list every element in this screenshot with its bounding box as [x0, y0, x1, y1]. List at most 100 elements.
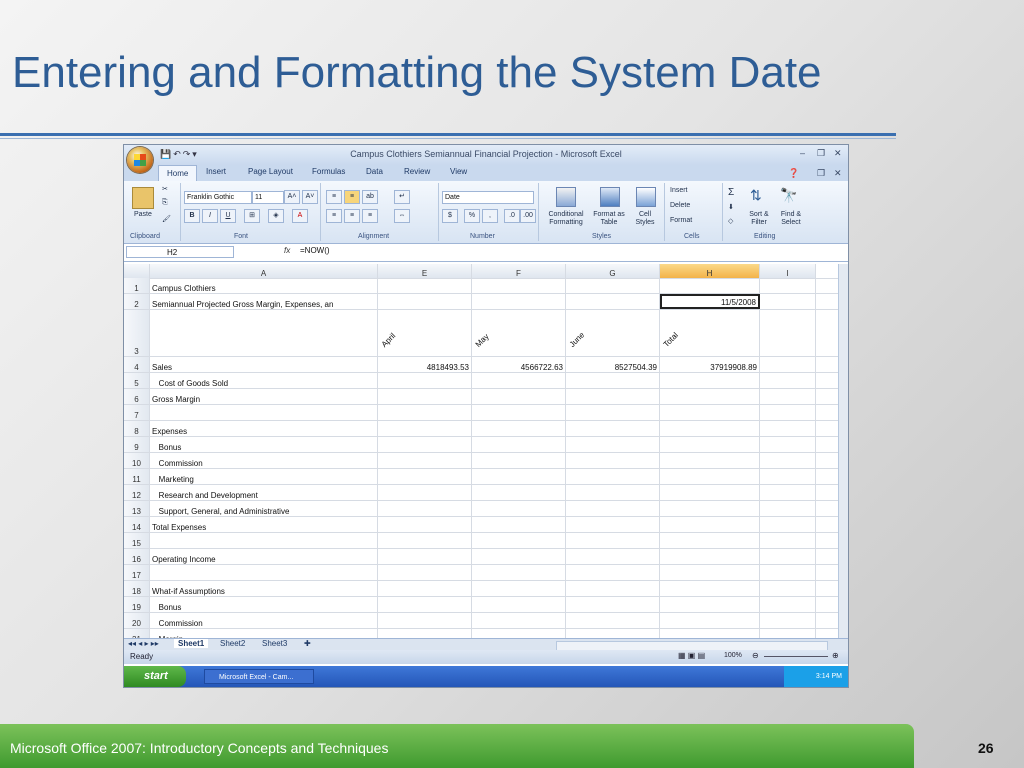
underline-icon[interactable]: U — [220, 209, 236, 223]
wrap-text-icon[interactable]: ↵ — [394, 190, 410, 204]
row-header[interactable]: 17 — [124, 565, 150, 580]
cell-i5[interactable] — [760, 373, 816, 388]
merge-center-icon[interactable]: ⇔ — [394, 209, 410, 223]
row-header[interactable]: 18 — [124, 581, 150, 596]
cell-h13[interactable] — [660, 501, 760, 516]
view-buttons[interactable]: ▦ ▣ ▤ — [678, 651, 705, 660]
cell-h21[interactable] — [660, 629, 760, 638]
format-as-table-icon[interactable] — [600, 187, 620, 207]
cell-f8[interactable] — [472, 421, 566, 436]
copy-icon[interactable]: ⎘ — [162, 199, 168, 207]
cell-i2[interactable] — [760, 294, 816, 309]
cell-a20[interactable]: Commission — [150, 613, 378, 628]
cell-i13[interactable] — [760, 501, 816, 516]
cell-f13[interactable] — [472, 501, 566, 516]
row-header[interactable]: 14 — [124, 517, 150, 532]
cell-h14[interactable] — [660, 517, 760, 532]
cell-f14[interactable] — [472, 517, 566, 532]
row-header[interactable]: 16 — [124, 549, 150, 564]
tab-page-layout[interactable]: Page Layout — [248, 167, 293, 176]
row-header[interactable]: 13 — [124, 501, 150, 516]
cell-a17[interactable] — [150, 565, 378, 580]
row-header[interactable]: 11 — [124, 469, 150, 484]
cell-f9[interactable] — [472, 437, 566, 452]
name-box[interactable]: H2 — [126, 246, 234, 258]
help-icon[interactable]: ❓ — [788, 168, 799, 179]
formula-input[interactable]: =NOW() — [300, 246, 330, 255]
cut-icon[interactable]: ✂ — [162, 185, 168, 193]
cell-f6[interactable] — [472, 389, 566, 404]
cell-g5[interactable] — [566, 373, 660, 388]
font-size-select[interactable]: 11 — [252, 191, 284, 204]
cell-g17[interactable] — [566, 565, 660, 580]
cell-h6[interactable] — [660, 389, 760, 404]
cell-e12[interactable] — [378, 485, 472, 500]
cell-f21[interactable] — [472, 629, 566, 638]
select-all-corner[interactable] — [124, 264, 150, 278]
cell-f16[interactable] — [472, 549, 566, 564]
workbook-close-icon[interactable]: ✕ — [834, 168, 842, 179]
cell-e10[interactable] — [378, 453, 472, 468]
column-header-g[interactable]: G — [566, 264, 660, 278]
sheet-tab-2[interactable]: Sheet2 — [220, 639, 245, 648]
cell-i8[interactable] — [760, 421, 816, 436]
cell-g8[interactable] — [566, 421, 660, 436]
row-header[interactable]: 20 — [124, 613, 150, 628]
sort-filter-icon[interactable]: ⇅ — [750, 187, 762, 204]
zoom-level[interactable]: 100% — [724, 652, 742, 659]
cell-f10[interactable] — [472, 453, 566, 468]
row-header[interactable]: 19 — [124, 597, 150, 612]
cell-h2[interactable]: 11/5/2008 — [660, 294, 760, 309]
cell-i11[interactable] — [760, 469, 816, 484]
cell-e14[interactable] — [378, 517, 472, 532]
cell-e8[interactable] — [378, 421, 472, 436]
cell-a5[interactable]: Cost of Goods Sold — [150, 373, 378, 388]
cell-f17[interactable] — [472, 565, 566, 580]
align-top-icon[interactable]: ≡ — [326, 190, 342, 204]
cell-h17[interactable] — [660, 565, 760, 580]
cell-i18[interactable] — [760, 581, 816, 596]
cell-e20[interactable] — [378, 613, 472, 628]
cell-a7[interactable] — [150, 405, 378, 420]
cell-e2[interactable] — [378, 294, 472, 309]
cell-e16[interactable] — [378, 549, 472, 564]
cell-i17[interactable] — [760, 565, 816, 580]
cell-f18[interactable] — [472, 581, 566, 596]
cell-f5[interactable] — [472, 373, 566, 388]
cell-i16[interactable] — [760, 549, 816, 564]
worksheet-grid[interactable]: A E F G H I 1 Campus Clothiers 2 Semiannual… — [124, 264, 838, 638]
cell-a14[interactable]: Total Expenses — [150, 517, 378, 532]
cell-a4[interactable]: Sales — [150, 357, 378, 372]
cell-g1[interactable] — [566, 278, 660, 293]
currency-icon[interactable]: $ — [442, 209, 458, 223]
cell-g16[interactable] — [566, 549, 660, 564]
cell-f19[interactable] — [472, 597, 566, 612]
cell-h15[interactable] — [660, 533, 760, 548]
cell-f12[interactable] — [472, 485, 566, 500]
minimize-icon[interactable]: – — [800, 148, 805, 158]
cell-styles-button[interactable]: Cell Styles — [630, 211, 660, 227]
row-header[interactable]: 15 — [124, 533, 150, 548]
cell-g21[interactable] — [566, 629, 660, 638]
sort-filter-button[interactable]: Sort & Filter — [746, 211, 772, 227]
cell-h7[interactable] — [660, 405, 760, 420]
format-as-table-button[interactable]: Format as Table — [590, 211, 628, 227]
cell-g6[interactable] — [566, 389, 660, 404]
cell-a19[interactable]: Bonus — [150, 597, 378, 612]
borders-icon[interactable]: ⊞ — [244, 209, 260, 223]
row-header[interactable]: 1 — [124, 278, 150, 293]
cell-a1[interactable]: Campus Clothiers — [150, 278, 378, 293]
cell-g19[interactable] — [566, 597, 660, 612]
cell-h12[interactable] — [660, 485, 760, 500]
cell-i6[interactable] — [760, 389, 816, 404]
tab-insert[interactable]: Insert — [206, 167, 226, 176]
column-header-h[interactable]: H — [660, 264, 760, 278]
cell-f1[interactable] — [472, 278, 566, 293]
cell-g18[interactable] — [566, 581, 660, 596]
cell-a9[interactable]: Bonus — [150, 437, 378, 452]
cell-g13[interactable] — [566, 501, 660, 516]
cell-e4[interactable]: 4818493.53 — [378, 357, 472, 372]
cell-h1[interactable] — [660, 278, 760, 293]
cell-f7[interactable] — [472, 405, 566, 420]
tab-formulas[interactable]: Formulas — [312, 167, 345, 176]
